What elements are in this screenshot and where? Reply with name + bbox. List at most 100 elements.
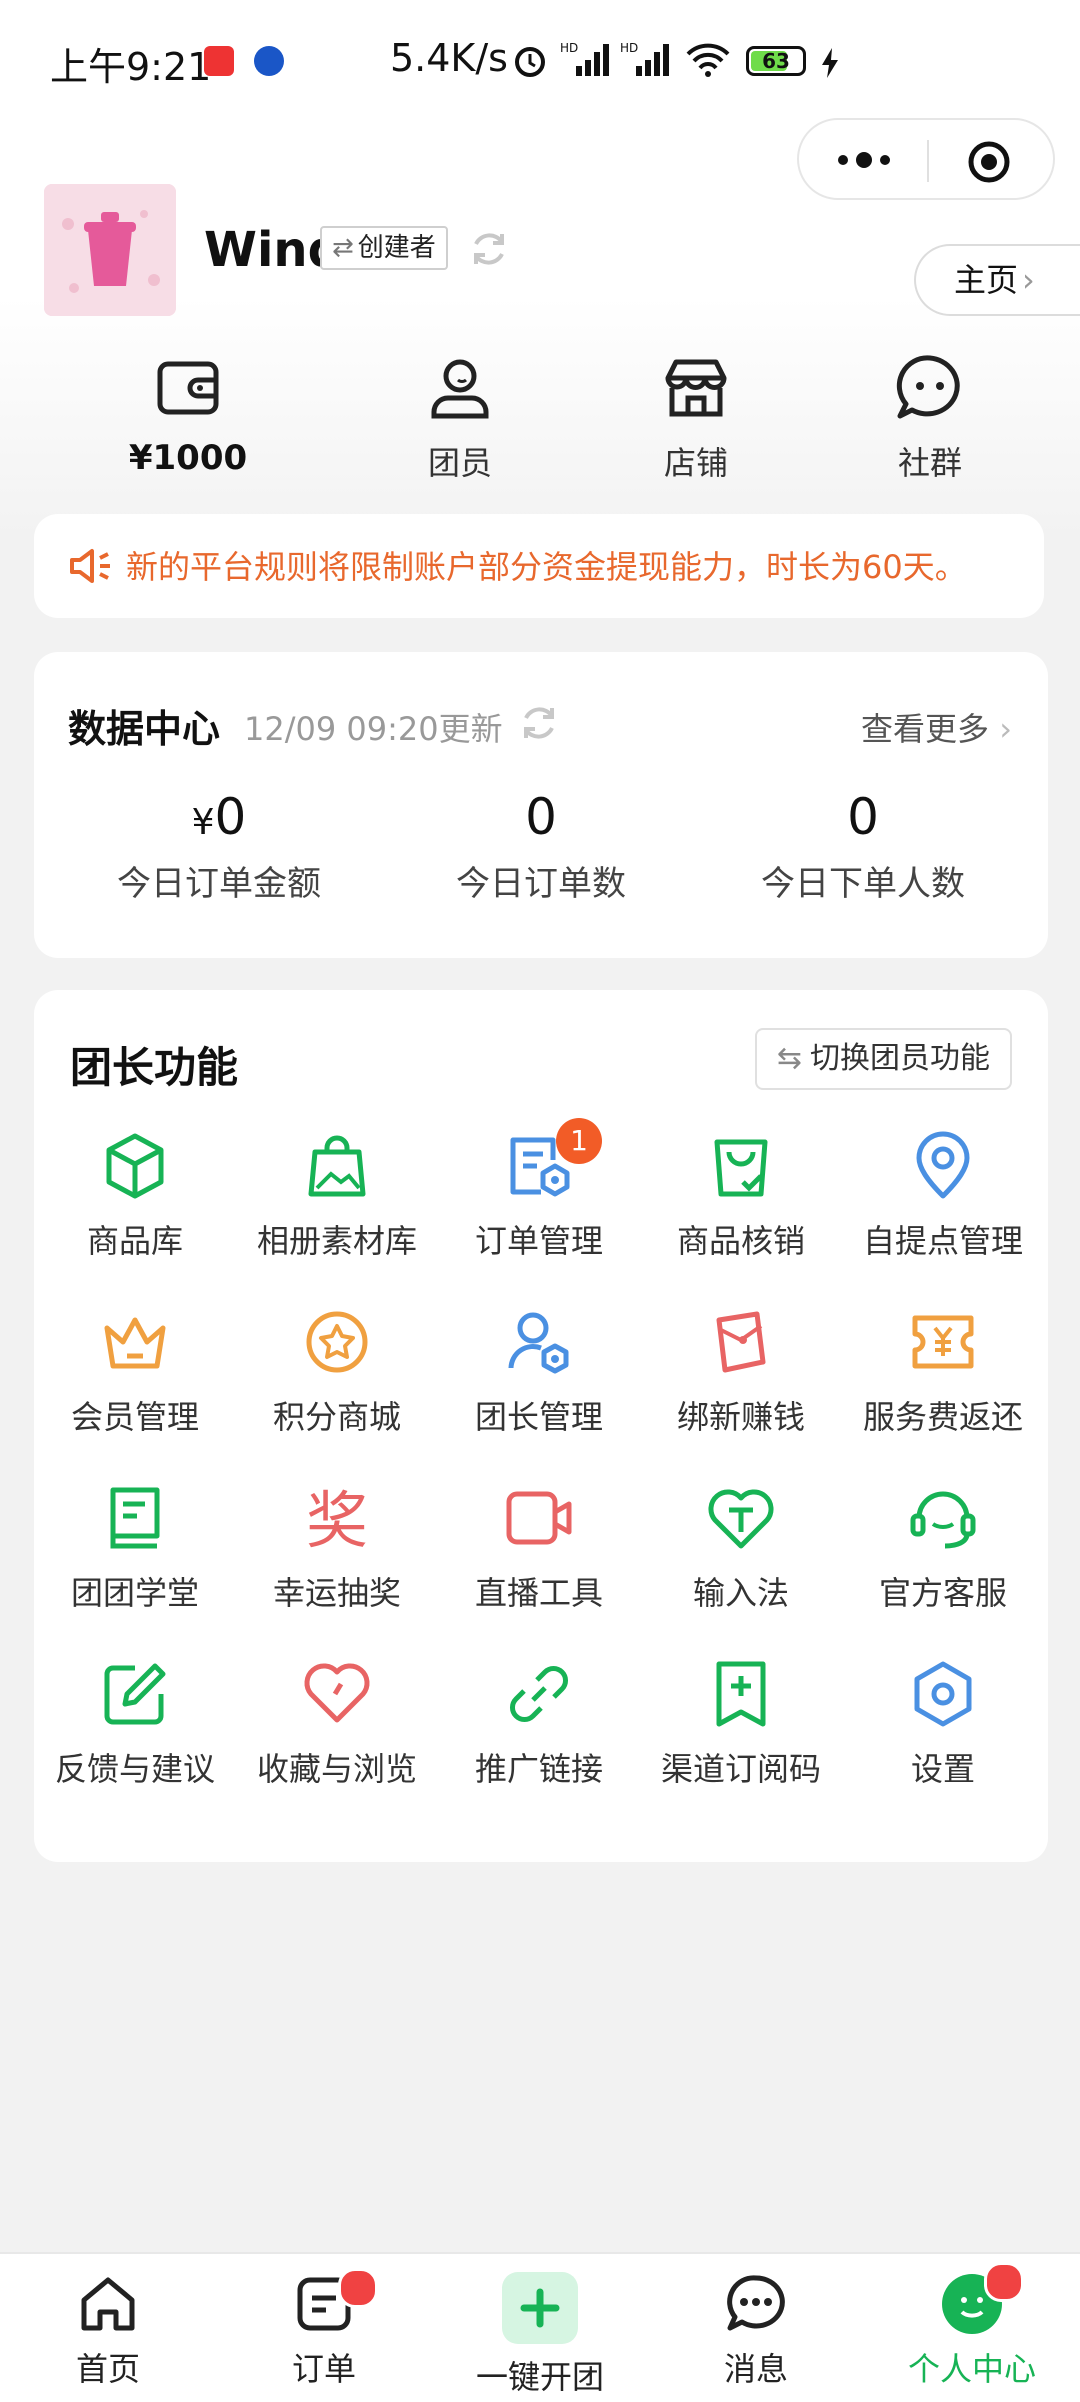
func-order-management[interactable]: 1 订单管理: [438, 1118, 640, 1296]
home-page-label: 主页: [954, 261, 1019, 299]
tab-home-label: 首页: [75, 2350, 140, 2388]
func-product-verify[interactable]: 商品核销: [640, 1120, 842, 1296]
tab-quick-group[interactable]: 一键开团: [440, 2272, 640, 2398]
close-target-icon[interactable]: [967, 140, 1011, 184]
func-label: 订单管理: [474, 1222, 603, 1260]
func-album-library[interactable]: 相册素材库: [236, 1120, 438, 1296]
tab-home[interactable]: 首页: [8, 2272, 208, 2390]
avatar-image: [44, 184, 176, 316]
wifi-icon: [686, 43, 730, 77]
func-product-library[interactable]: 商品库: [34, 1120, 236, 1296]
func-service-fee-return[interactable]: 服务费返还: [842, 1296, 1044, 1472]
link-icon: [510, 1666, 568, 1722]
func-label: 推广链接: [474, 1750, 603, 1788]
status-bar: 上午9:21 5.4K/s HD HD 63: [0, 0, 1080, 120]
bookmark-plus-icon: [716, 1661, 766, 1727]
stat-order-count-value: 0: [525, 788, 557, 846]
func-favorites-history[interactable]: 收藏与浏览: [236, 1648, 438, 1824]
prize-char-icon: 奖: [306, 1484, 368, 1554]
yuan-return-icon: [912, 1315, 974, 1369]
quick-item-members[interactable]: 团员: [370, 352, 550, 484]
func-label: 幸运抽奖: [272, 1574, 401, 1612]
chevron-right-icon: ›: [1022, 261, 1035, 299]
refresh-icon[interactable]: [468, 228, 510, 270]
avatar[interactable]: [44, 184, 176, 316]
profile-notification-dot: [984, 2262, 1024, 2302]
func-label: 反馈与建议: [54, 1750, 215, 1788]
func-promo-link[interactable]: 推广链接: [438, 1648, 640, 1824]
data-update-time: 12/09 09:20更新: [244, 710, 503, 748]
tab-orders[interactable]: 订单: [224, 2268, 424, 2390]
func-label: 收藏与浏览: [256, 1750, 417, 1788]
tab-messages-label: 消息: [723, 2350, 788, 2388]
func-academy[interactable]: 团团学堂: [34, 1472, 236, 1648]
quick-members-label: 团员: [427, 444, 492, 482]
member-icon: [431, 359, 489, 419]
news-app-icon: [204, 46, 234, 76]
red-packet-icon: [716, 1311, 766, 1373]
func-bind-earn[interactable]: 绑新赚钱: [640, 1296, 842, 1472]
view-more-link[interactable]: 查看更多 ›: [861, 704, 1012, 750]
svg-text:HD: HD: [560, 41, 578, 55]
notice-bar[interactable]: 新的平台规则将限制账户部分资金提现能力，时长为60天。: [34, 514, 1044, 618]
func-label: 会员管理: [70, 1398, 199, 1436]
book-icon: [110, 1487, 160, 1549]
role-tag[interactable]: ⇄ 创建者: [320, 226, 448, 270]
home-page-button[interactable]: 主页 ›: [914, 244, 1080, 316]
func-member-management[interactable]: 会员管理: [34, 1296, 236, 1472]
switch-member-functions-button[interactable]: ⇆ 切换团员功能: [754, 1028, 1012, 1090]
stat-order-amount-label: 今日订单金额: [117, 864, 321, 904]
func-live-tools[interactable]: 直播工具: [438, 1472, 640, 1648]
mini-program-capsule: [797, 118, 1055, 200]
func-customer-service[interactable]: 官方客服: [842, 1472, 1044, 1648]
star-coin-icon: [306, 1311, 368, 1373]
data-refresh-icon[interactable]: [518, 702, 560, 744]
heart-icon: [304, 1663, 370, 1723]
func-label: 团长管理: [474, 1398, 603, 1436]
func-settings[interactable]: 设置: [842, 1648, 1044, 1824]
func-leader-management[interactable]: 团长管理: [438, 1296, 640, 1472]
stat-order-amount[interactable]: ¥0 今日订单金额: [54, 788, 384, 905]
stat-order-count[interactable]: 0 今日订单数: [376, 788, 706, 905]
quick-item-community[interactable]: 社群: [840, 352, 1020, 484]
func-label: 官方客服: [878, 1574, 1007, 1612]
notice-text: 新的平台规则将限制账户部分资金提现能力，时长为60天。: [126, 548, 967, 586]
func-points-mall[interactable]: 积分商城: [236, 1296, 438, 1472]
plus-button-bg: [502, 2272, 578, 2344]
func-label: 商品核销: [676, 1222, 805, 1260]
tab-profile[interactable]: 个人中心: [872, 2262, 1072, 2390]
stat-order-amount-value: ¥0: [54, 788, 384, 846]
quick-item-store[interactable]: 店铺: [606, 352, 786, 484]
func-channel-code[interactable]: 渠道订阅码: [640, 1648, 842, 1824]
capsule-divider: [927, 140, 929, 182]
location-icon: [916, 1131, 970, 1199]
chevron-right-icon: ›: [999, 710, 1012, 748]
alarm-icon: [515, 47, 545, 77]
battery-level: 63: [762, 49, 790, 73]
order-amount-number: 0: [214, 788, 247, 846]
func-pickup-point[interactable]: 自提点管理: [842, 1120, 1044, 1296]
tab-messages[interactable]: 消息: [656, 2272, 856, 2390]
tab-quick-group-label: 一键开团: [475, 2358, 604, 2396]
func-feedback[interactable]: 反馈与建议: [34, 1648, 236, 1824]
switch-label: 切换团员功能: [810, 1041, 990, 1076]
more-icon[interactable]: [829, 138, 899, 182]
stat-order-count-label: 今日订单数: [456, 864, 626, 904]
chat-group-icon: [896, 355, 960, 419]
func-label: 商品库: [86, 1222, 183, 1260]
func-lucky-draw[interactable]: 奖 幸运抽奖: [236, 1472, 438, 1648]
role-label: 创建者: [357, 233, 436, 263]
func-input-method[interactable]: 输入法: [640, 1472, 842, 1648]
func-label: 服务费返还: [862, 1398, 1023, 1436]
battery-indicator: 63: [746, 46, 806, 76]
quick-item-wallet[interactable]: ¥1000: [98, 352, 278, 478]
hexagon-settings-icon: [914, 1661, 972, 1727]
order-count-badge: 1: [556, 1118, 602, 1164]
home-icon: [81, 2277, 135, 2331]
stat-buyer-count[interactable]: 0 今日下单人数: [698, 788, 1028, 905]
func-label: 积分商城: [272, 1398, 401, 1436]
func-label: 直播工具: [474, 1574, 603, 1612]
speaker-icon: [70, 549, 110, 583]
swap-icon: ⇄: [332, 233, 354, 263]
crown-icon: [104, 1317, 166, 1369]
